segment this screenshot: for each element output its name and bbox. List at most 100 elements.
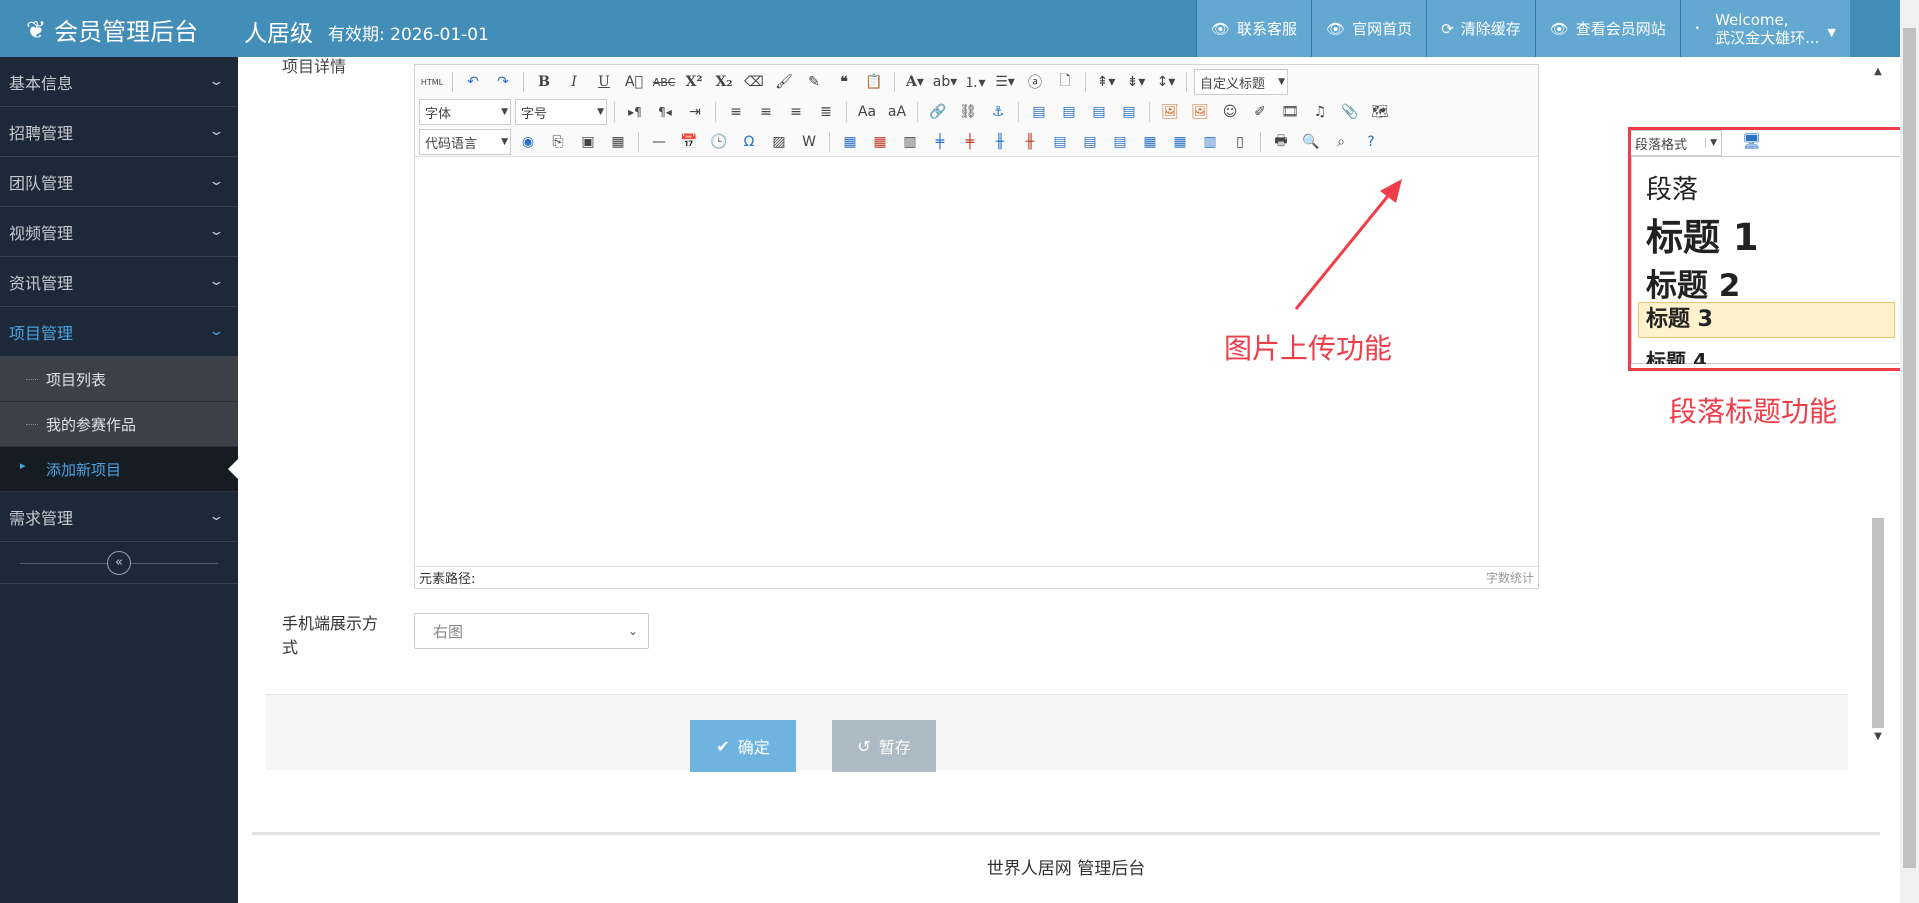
paste-text-icon[interactable]: 📋 (861, 70, 887, 94)
search-replace-icon[interactable]: ⌕ (1328, 130, 1354, 154)
row-spacing-top-icon[interactable]: ⇞▾ (1093, 70, 1119, 94)
image-none-icon[interactable]: ▤ (1026, 100, 1052, 124)
sidebar-item-news[interactable]: 资讯管理 ⌄ (0, 257, 238, 307)
insert-caption-icon[interactable]: ▥ (897, 130, 923, 154)
link-icon[interactable]: 🔗 (925, 100, 951, 124)
bold-icon[interactable]: B (531, 70, 557, 94)
select-all-icon[interactable]: ⓐ (1022, 70, 1048, 94)
uppercase-icon[interactable]: Aa (854, 100, 880, 124)
insert-row-icon[interactable]: ╪ (927, 130, 953, 154)
ordered-list-icon[interactable]: ⒈▾ (962, 70, 988, 94)
lowercase-icon[interactable]: aA (884, 100, 910, 124)
underline-icon[interactable]: U (591, 70, 617, 94)
image-left-icon[interactable]: ▤ (1056, 100, 1082, 124)
word-import-icon[interactable]: W (796, 130, 822, 154)
insert-video-icon[interactable]: 🎞 (1277, 100, 1303, 124)
map-icon[interactable]: 🗺 (1367, 100, 1393, 124)
paragraph-option-normal[interactable]: 段落 (1646, 169, 1698, 206)
sidebar-subitem-add-project[interactable]: 添加新项目 (0, 447, 238, 492)
line-height-icon[interactable]: ↕▾ (1153, 70, 1179, 94)
horizontal-rule-icon[interactable]: — (646, 130, 672, 154)
rtl-icon[interactable]: ¶◂ (652, 100, 678, 124)
merge-right-icon[interactable]: ▤ (1077, 130, 1103, 154)
charts-icon[interactable]: ▯ (1227, 130, 1253, 154)
split-cols-icon[interactable]: ▥ (1197, 130, 1223, 154)
background-color-icon[interactable]: ab▾ (932, 70, 958, 94)
music-icon[interactable]: ♫ (1307, 100, 1333, 124)
attachment-icon[interactable]: 📎 (1337, 100, 1363, 124)
font-family-select[interactable]: 字体 ▼ (419, 99, 511, 125)
superscript-icon[interactable]: X² (681, 70, 707, 94)
brand[interactable]: ❦ 会员管理后台 (26, 12, 198, 47)
split-rows-icon[interactable]: ▦ (1167, 130, 1193, 154)
template-icon[interactable]: ▦ (605, 130, 631, 154)
merge-cells-icon[interactable]: ▤ (1047, 130, 1073, 154)
italic-icon[interactable]: I (561, 70, 587, 94)
sidebar-item-projects[interactable]: 项目管理 ⌄ (0, 307, 238, 357)
paragraph-option-h1[interactable]: 标题 1 (1646, 207, 1759, 261)
scroll-thumb[interactable] (1872, 518, 1884, 728)
mobile-display-select[interactable]: 右图 ⌄ (414, 613, 649, 649)
anchor-icon[interactable]: ⚓ (985, 100, 1011, 124)
sidebar-item-video[interactable]: 视频管理 ⌄ (0, 207, 238, 257)
paragraph-option-h2[interactable]: 标题 2 (1646, 260, 1740, 305)
indent-icon[interactable]: ⇥ (682, 100, 708, 124)
paragraph-option-h3[interactable]: 标题 3 (1638, 302, 1895, 338)
auto-format-icon[interactable]: ✎ (801, 70, 827, 94)
scrawl-icon[interactable]: ✐ (1247, 100, 1273, 124)
align-justify-icon[interactable]: ≣ (813, 100, 839, 124)
contact-service-button[interactable]: 👁 联系客服 (1196, 0, 1312, 57)
undo-icon[interactable]: ↶ (460, 70, 486, 94)
scroll-up-icon[interactable]: ▲ (1870, 66, 1886, 77)
sidebar-item-demands[interactable]: 需求管理 ⌄ (0, 492, 238, 542)
unlink-icon[interactable]: ⛓ (955, 100, 981, 124)
user-menu[interactable]: • Welcome, 武汉金大雄环... ▼ (1679, 0, 1850, 57)
print-icon[interactable]: 🖶 (1268, 130, 1294, 154)
html-source-icon[interactable]: HTML (419, 70, 445, 94)
scroll-down-icon[interactable]: ▼ (1870, 731, 1886, 742)
emotion-icon[interactable]: ☺ (1217, 100, 1243, 124)
eraser-icon[interactable]: ⌫ (741, 70, 767, 94)
scroll-thumb[interactable] (1903, 28, 1916, 868)
align-left-icon[interactable]: ≡ (723, 100, 749, 124)
delete-table-icon[interactable]: ▦ (867, 130, 893, 154)
font-border-icon[interactable]: A⃞ (621, 70, 647, 94)
sidebar-item-basic-info[interactable]: 基本信息 ⌄ (0, 57, 238, 107)
ltr-icon[interactable]: ▸¶ (622, 100, 648, 124)
sidebar-item-team[interactable]: 团队管理 ⌄ (0, 157, 238, 207)
subscript-icon[interactable]: X₂ (711, 70, 737, 94)
image-center-icon[interactable]: ▤ (1116, 100, 1142, 124)
paragraph-option-h4[interactable]: 标题 4 (1646, 345, 1707, 364)
unordered-list-icon[interactable]: ☰▾ (992, 70, 1018, 94)
redo-icon[interactable]: ↷ (490, 70, 516, 94)
wordimage-icon[interactable]: ▨ (766, 130, 792, 154)
image-right-icon[interactable]: ▤ (1086, 100, 1112, 124)
sidebar-item-recruitment[interactable]: 招聘管理 ⌄ (0, 107, 238, 157)
date-icon[interactable]: 📅 (676, 130, 702, 154)
format-brush-icon[interactable]: 🖌 (771, 70, 797, 94)
sidebar-subitem-my-entries[interactable]: 我的参赛作品 (0, 402, 238, 447)
font-size-select[interactable]: 字号 ▼ (515, 99, 607, 125)
time-icon[interactable]: 🕒 (706, 130, 732, 154)
background-icon[interactable]: ▣ (575, 130, 601, 154)
clear-doc-icon[interactable]: 🗋 (1052, 70, 1078, 94)
row-spacing-bottom-icon[interactable]: ⇟▾ (1123, 70, 1149, 94)
confirm-button[interactable]: ✔ 确定 (690, 720, 796, 772)
insert-frame-icon[interactable]: ◉ (515, 130, 541, 154)
blockquote-icon[interactable]: ❝ (831, 70, 857, 94)
sidebar-subitem-project-list[interactable]: 项目列表 (0, 357, 238, 402)
align-center-icon[interactable]: ≡ (753, 100, 779, 124)
content-scrollbar[interactable]: ▲ ▼ (1870, 66, 1886, 742)
insert-table-icon[interactable]: ▦ (837, 130, 863, 154)
homepage-button[interactable]: 👁 官网首页 (1311, 0, 1427, 57)
special-chars-icon[interactable]: Ω (736, 130, 762, 154)
split-cells-icon[interactable]: ▦ (1137, 130, 1163, 154)
preview-icon[interactable]: 🔍 (1298, 130, 1324, 154)
simple-upload-image-icon[interactable]: 🖼 (1157, 100, 1183, 124)
fullscreen-icon[interactable]: 🖥 (1742, 132, 1761, 150)
page-break-icon[interactable]: ⎘ (545, 130, 571, 154)
code-language-select[interactable]: 代码语言 ▼ (419, 129, 511, 155)
align-right-icon[interactable]: ≡ (783, 100, 809, 124)
merge-down-icon[interactable]: ▤ (1107, 130, 1133, 154)
strikethrough-icon[interactable]: ABC (651, 70, 677, 94)
